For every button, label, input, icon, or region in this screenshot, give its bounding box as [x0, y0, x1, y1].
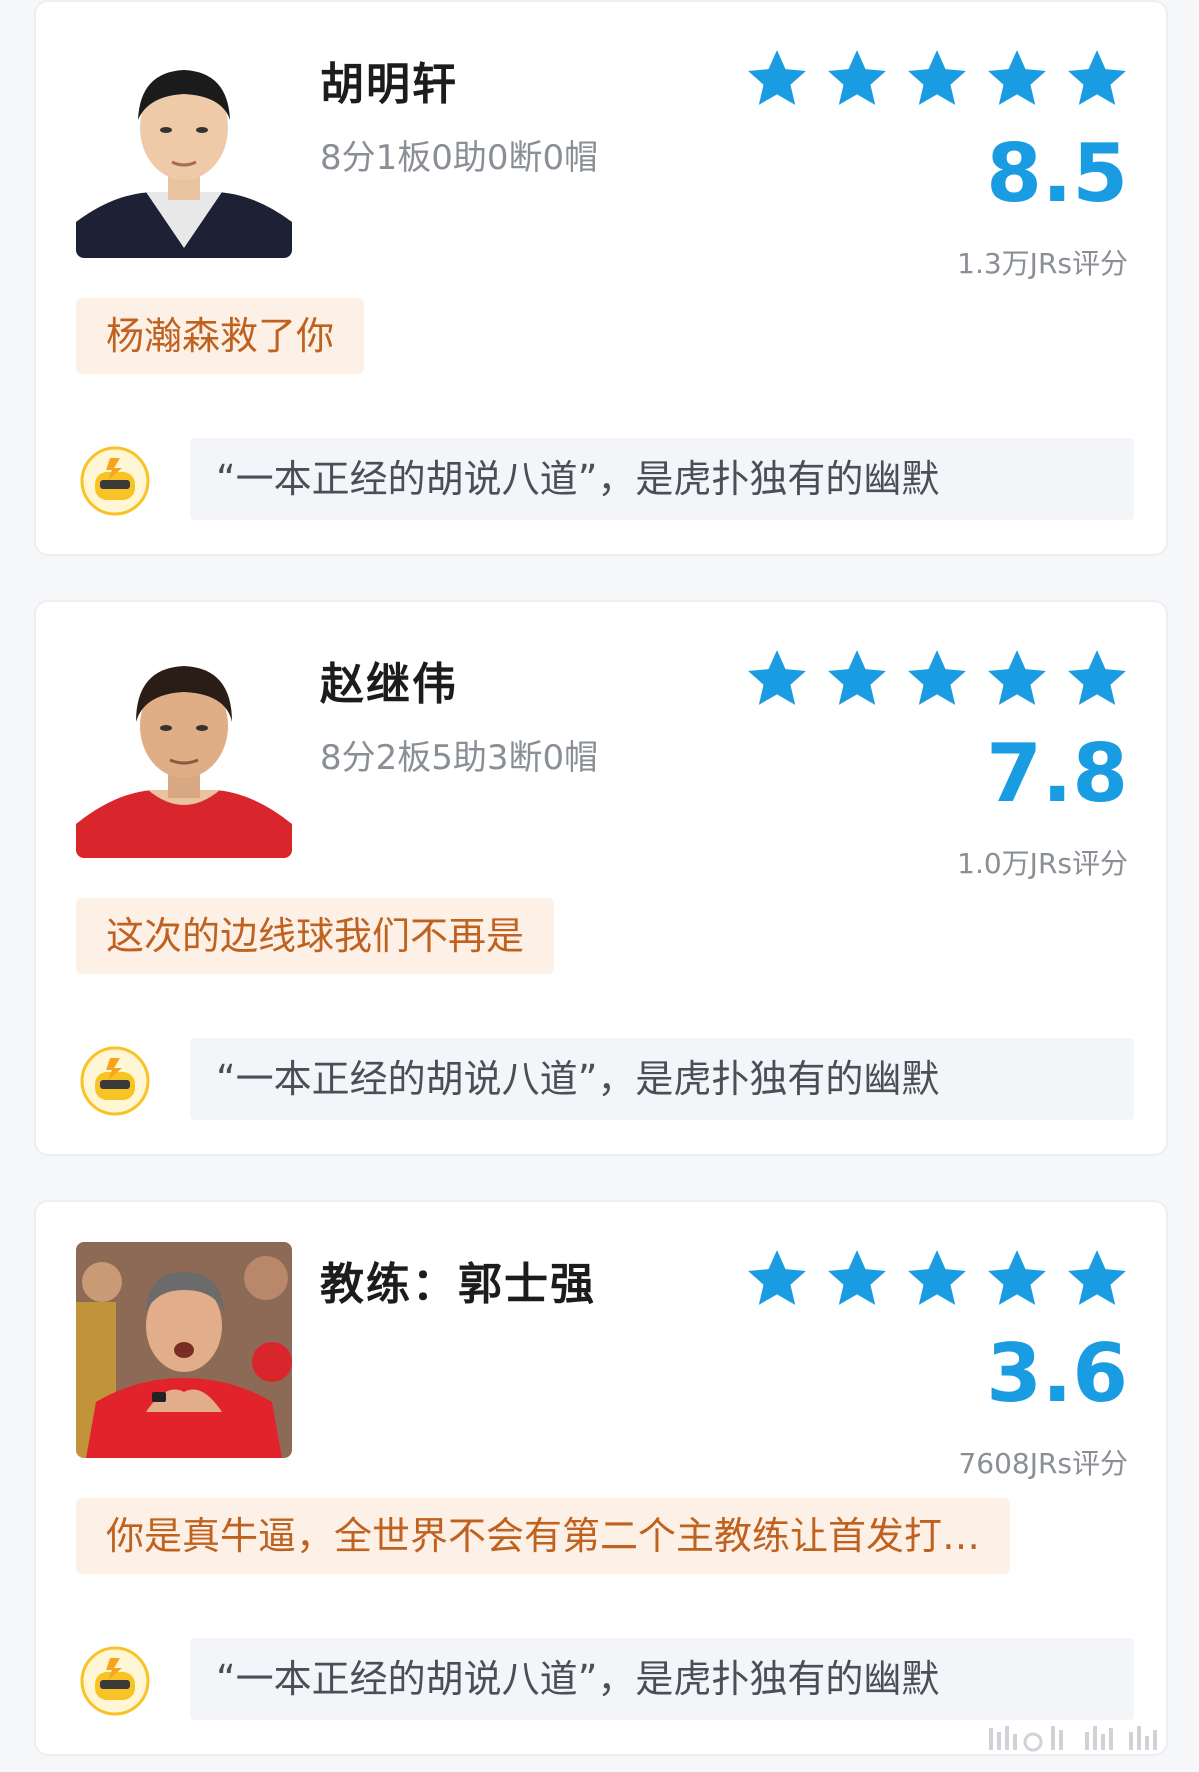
player-stats: 8分2板5助3断0帽	[320, 738, 599, 778]
star-rating[interactable]	[744, 646, 1130, 712]
star-icon[interactable]	[824, 46, 890, 112]
rating-score: 3.6	[986, 1327, 1128, 1420]
star-icon[interactable]	[1064, 1246, 1130, 1312]
top-comment[interactable]: 你是真牛逼，全世界不会有第二个主教练让首发打…	[76, 1498, 1011, 1574]
star-icon[interactable]	[904, 1246, 970, 1312]
coach-name: 教练：郭士强	[320, 1259, 596, 1310]
watermark-icon	[989, 1726, 1157, 1752]
star-icon[interactable]	[984, 646, 1050, 712]
rater-count: 7608JRs评分	[958, 1447, 1128, 1480]
rater-count: 1.0万JRs评分	[957, 847, 1128, 880]
star-icon[interactable]	[744, 1246, 810, 1312]
star-rating[interactable]	[744, 46, 1130, 112]
star-icon[interactable]	[1064, 46, 1130, 112]
bot-avatar-icon[interactable]	[80, 1046, 150, 1116]
star-icon[interactable]	[904, 646, 970, 712]
star-icon[interactable]	[824, 1246, 890, 1312]
player-name: 赵继伟	[320, 659, 458, 710]
star-rating[interactable]	[744, 1246, 1130, 1312]
slogan-text: “一本正经的胡说八道”，是虎扑独有的幽默	[190, 1638, 1134, 1720]
player-stats: 8分1板0助0断0帽	[320, 138, 599, 178]
slogan-text: “一本正经的胡说八道”，是虎扑独有的幽默	[190, 1038, 1134, 1120]
player-photo[interactable]	[76, 642, 292, 858]
rater-count: 1.3万JRs评分	[957, 247, 1128, 280]
star-icon[interactable]	[984, 1246, 1050, 1312]
star-icon[interactable]	[1064, 646, 1130, 712]
slogan-text: “一本正经的胡说八道”，是虎扑独有的幽默	[190, 438, 1134, 520]
coach-photo[interactable]	[76, 1242, 292, 1458]
top-comment[interactable]: 杨瀚森救了你	[76, 298, 365, 374]
bot-avatar-icon[interactable]	[80, 1646, 150, 1716]
star-icon[interactable]	[824, 646, 890, 712]
rating-score: 7.8	[986, 727, 1128, 820]
player-name: 胡明轩	[320, 59, 458, 110]
rating-card-3[interactable]: 教练：郭士强 3.6 7608JRs评分 你是真牛逼，全世界不会有第二个主教练让…	[34, 1200, 1168, 1756]
star-icon[interactable]	[744, 646, 810, 712]
bot-avatar-icon[interactable]	[80, 446, 150, 516]
rating-card-1[interactable]: 胡明轩 8分1板0助0断0帽 8.5 1.3万JRs评分 杨瀚森救了你 “一本正…	[34, 0, 1168, 556]
star-icon[interactable]	[744, 46, 810, 112]
coach-portrait-icon	[76, 1242, 292, 1458]
player-portrait-icon	[76, 42, 292, 258]
player-portrait-icon	[76, 642, 292, 858]
star-icon[interactable]	[984, 46, 1050, 112]
star-icon[interactable]	[904, 46, 970, 112]
top-comment[interactable]: 这次的边线球我们不再是	[76, 898, 555, 974]
rating-card-2[interactable]: 赵继伟 8分2板5助3断0帽 7.8 1.0万JRs评分 这次的边线球我们不再是…	[34, 600, 1168, 1156]
rating-score: 8.5	[986, 127, 1128, 220]
player-photo[interactable]	[76, 42, 292, 258]
